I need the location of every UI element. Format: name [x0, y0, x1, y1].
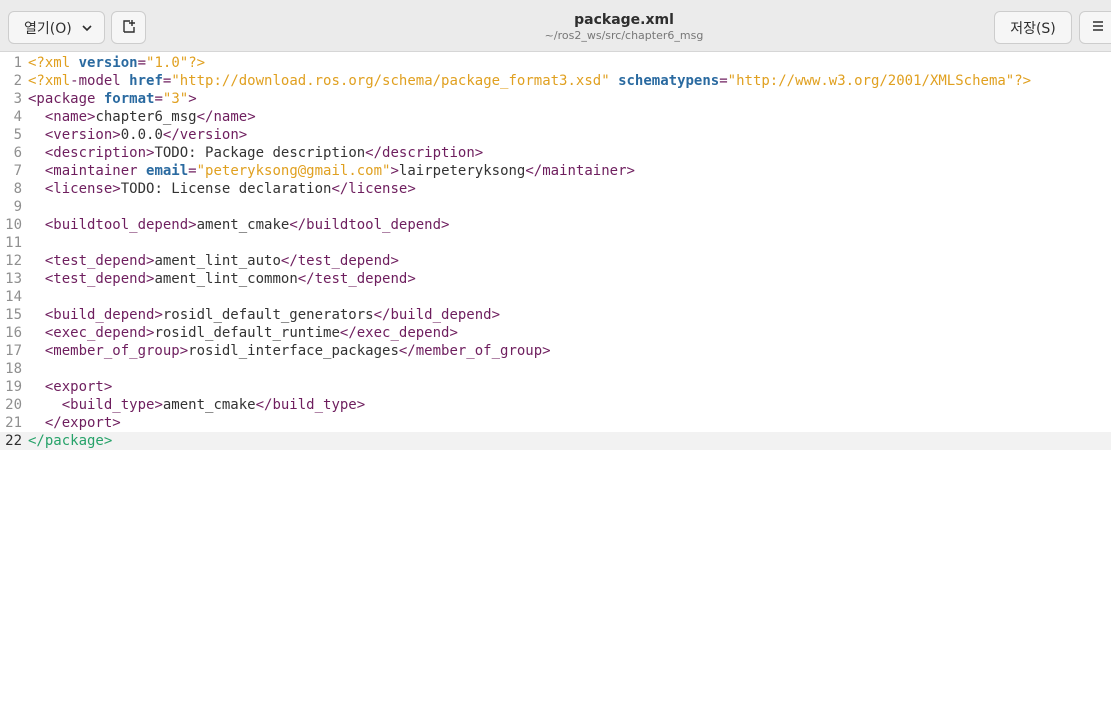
line-text: <license>TODO: License declaration</lice…	[44, 181, 416, 197]
line-number: 14	[5, 289, 22, 305]
line-text: <test_depend>ament_lint_auto</test_depen…	[44, 253, 399, 269]
code-line[interactable]: 15 <build_depend>rosidl_default_generato…	[0, 306, 1111, 324]
line-text: <member_of_group>rosidl_interface_packag…	[44, 343, 551, 359]
document-path: ~/ros2_ws/src/chapter6_msg	[544, 29, 704, 42]
chevron-down-icon	[80, 21, 94, 39]
document-title: package.xml	[574, 12, 674, 28]
line-number: 15	[5, 307, 22, 323]
line-number: 3	[13, 91, 22, 107]
line-text: <export>	[44, 379, 113, 395]
line-text: <package format="3">	[28, 91, 197, 107]
line-text: <maintainer email="peteryksong@gmail.com…	[44, 163, 635, 179]
code-line[interactable]: 16 <exec_depend>rosidl_default_runtime</…	[0, 324, 1111, 342]
code-line[interactable]: 22 </package>	[0, 432, 1111, 450]
line-text: <description>TODO: Package description</…	[44, 145, 484, 161]
code-line[interactable]: 9	[0, 198, 1111, 216]
text-editor-window: 열기(O) package.xml ~/ros2_ws/src/chapter6…	[0, 0, 1111, 722]
new-tab-button[interactable]	[111, 11, 146, 44]
line-text: <version>0.0.0</version>	[44, 127, 248, 143]
line-text: <buildtool_depend>ament_cmake</buildtool…	[44, 217, 450, 233]
code-line[interactable]: 3 <package format="3">	[0, 90, 1111, 108]
code-line[interactable]: 1 <?xml version="1.0"?>	[0, 54, 1111, 72]
open-button[interactable]: 열기(O)	[8, 11, 105, 44]
new-tab-icon	[121, 18, 137, 38]
line-number: 5	[13, 127, 22, 143]
code-line[interactable]: 2 <?xml-model href="http://download.ros.o…	[0, 72, 1111, 90]
line-number: 12	[5, 253, 22, 269]
line-number: 11	[5, 235, 22, 251]
main-menu-button[interactable]	[1079, 11, 1111, 44]
code-line[interactable]: 6 <description>TODO: Package description…	[0, 144, 1111, 162]
line-number: 7	[13, 163, 22, 179]
line-number: 4	[13, 109, 22, 125]
save-button[interactable]: 저장(S)	[994, 11, 1072, 44]
line-number: 9	[13, 199, 22, 215]
line-text: <build_type>ament_cmake</build_type>	[61, 397, 366, 413]
header-bar: 열기(O) package.xml ~/ros2_ws/src/chapter6…	[0, 0, 1111, 52]
code-line[interactable]: 12 <test_depend>ament_lint_auto</test_de…	[0, 252, 1111, 270]
line-number: 19	[5, 379, 22, 395]
line-text: <?xml-model href="http://download.ros.or…	[28, 73, 1032, 89]
line-text: </package>	[28, 433, 113, 449]
code-editor[interactable]: 1 <?xml version="1.0"?> 2 <?xml-model href=…	[0, 52, 1111, 722]
line-number: 21	[5, 415, 22, 431]
line-number: 10	[5, 217, 22, 233]
line-text: <exec_depend>rosidl_default_runtime</exe…	[44, 325, 458, 341]
line-number: 6	[13, 145, 22, 161]
line-number: 22	[5, 433, 22, 449]
code-line[interactable]: 8 <license>TODO: License declaration</li…	[0, 180, 1111, 198]
code-line[interactable]: 18	[0, 360, 1111, 378]
line-number: 8	[13, 181, 22, 197]
code-line[interactable]: 10 <buildtool_depend>ament_cmake</buildt…	[0, 216, 1111, 234]
line-number: 2	[13, 73, 22, 89]
code-line[interactable]: 17 <member_of_group>rosidl_interface_pac…	[0, 342, 1111, 360]
line-number: 18	[5, 361, 22, 377]
code-line[interactable]: 13 <test_depend>ament_lint_common</test_…	[0, 270, 1111, 288]
code-line[interactable]: 5 <version>0.0.0</version>	[0, 126, 1111, 144]
open-button-label: 열기(O)	[24, 20, 72, 37]
save-button-label: 저장(S)	[1010, 20, 1056, 37]
code-line[interactable]: 20 <build_type>ament_cmake</build_type>	[0, 396, 1111, 414]
line-number: 13	[5, 271, 22, 287]
line-number: 20	[5, 397, 22, 413]
code-line[interactable]: 14	[0, 288, 1111, 306]
code-line[interactable]: 21 </export>	[0, 414, 1111, 432]
code-line[interactable]: 7 <maintainer email="peteryksong@gmail.c…	[0, 162, 1111, 180]
code-line[interactable]: 4 <name>chapter6_msg</name>	[0, 108, 1111, 126]
line-text: <build_depend>rosidl_default_generators<…	[44, 307, 501, 323]
line-number: 17	[5, 343, 22, 359]
line-text: <test_depend>ament_lint_common</test_dep…	[44, 271, 416, 287]
code-line[interactable]: 19 <export>	[0, 378, 1111, 396]
line-number: 1	[13, 55, 22, 71]
window-title-area: package.xml ~/ros2_ws/src/chapter6_msg	[424, 12, 824, 43]
line-number: 16	[5, 325, 22, 341]
code-line[interactable]: 11	[0, 234, 1111, 252]
line-text: <?xml version="1.0"?>	[28, 55, 206, 71]
hamburger-menu-icon	[1091, 19, 1105, 37]
line-text: <name>chapter6_msg</name>	[44, 109, 256, 125]
line-text: </export>	[44, 415, 121, 431]
